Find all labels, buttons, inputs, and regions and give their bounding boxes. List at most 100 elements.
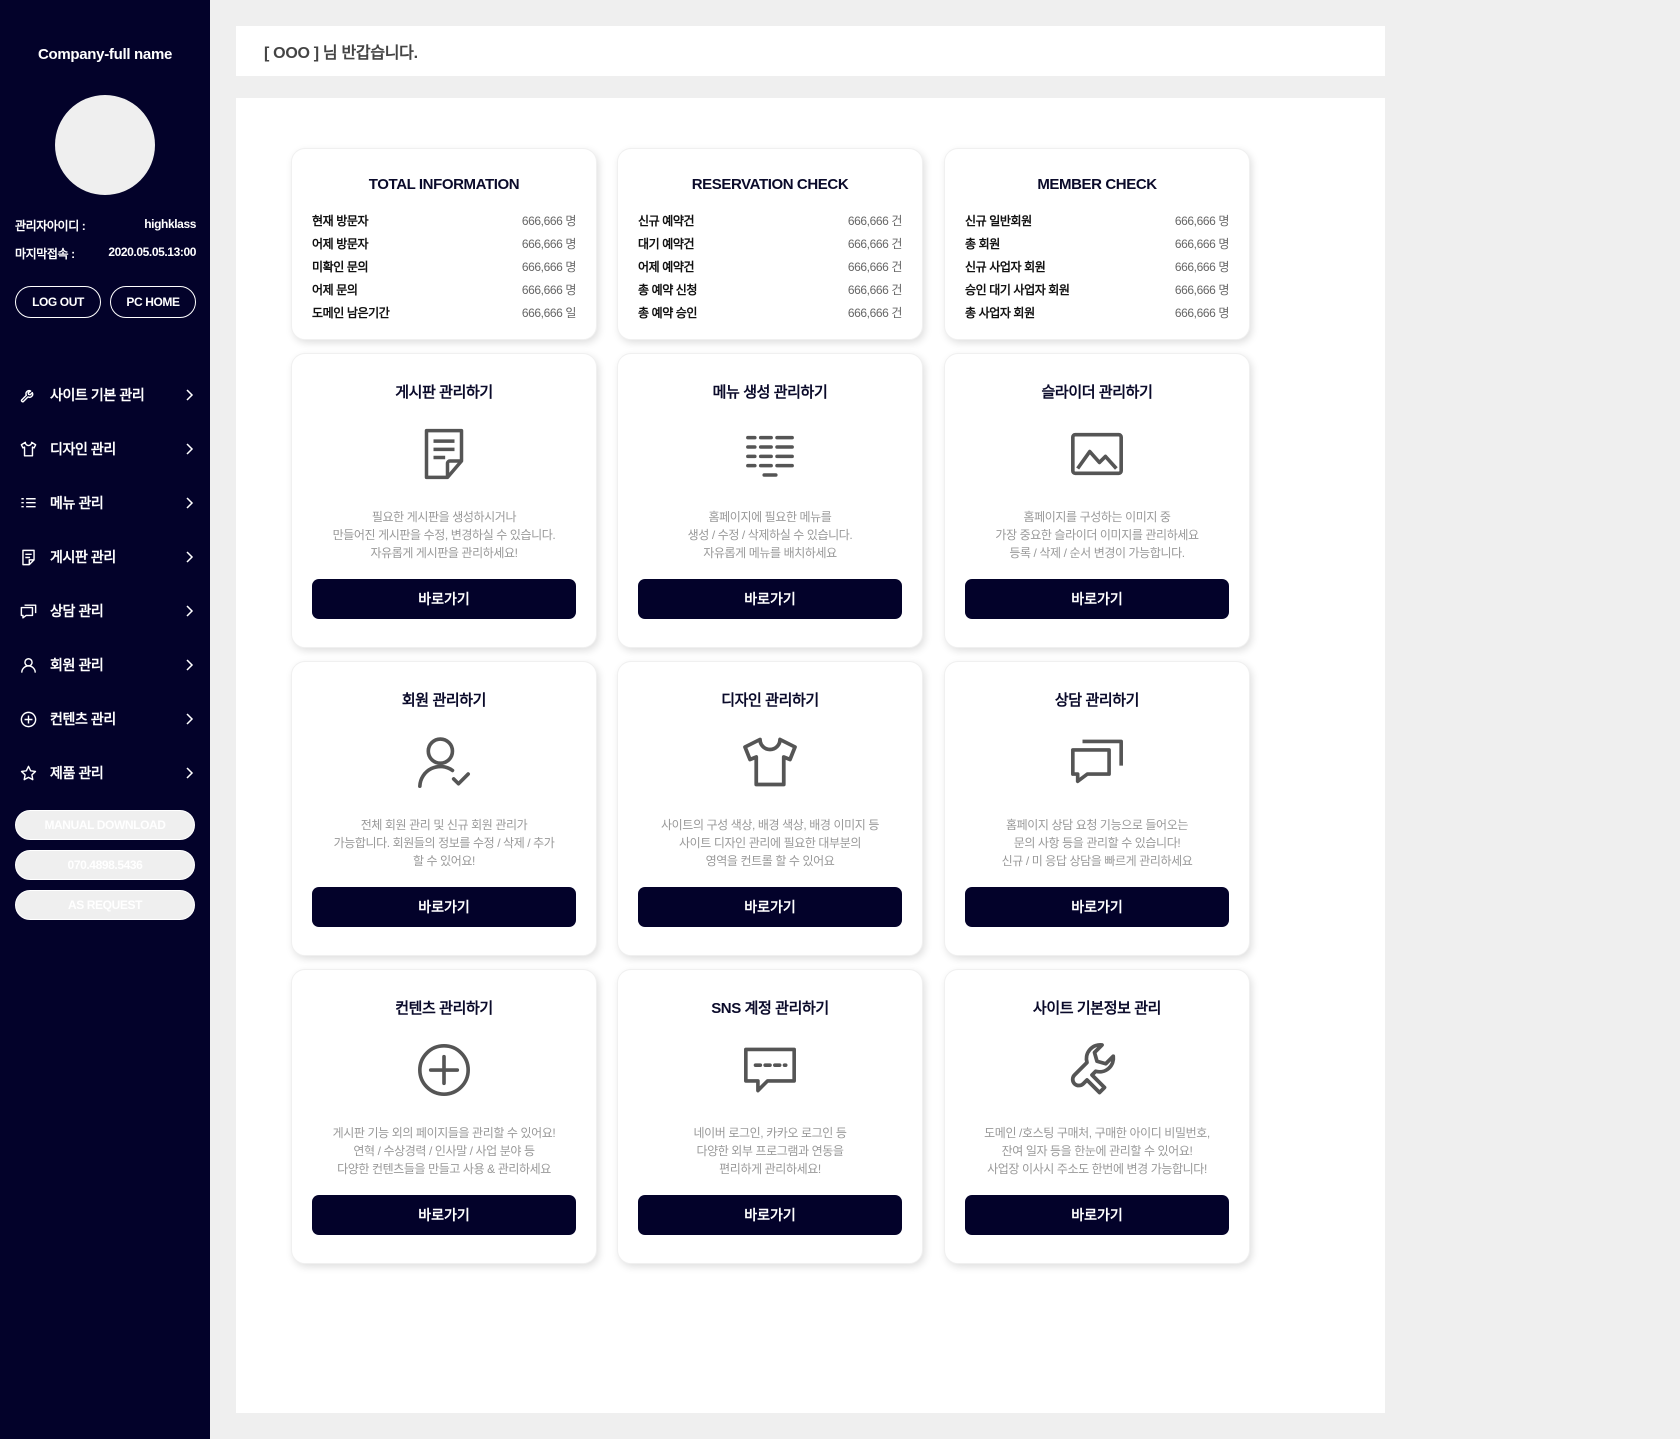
go-button[interactable]: 바로가기 <box>638 579 902 619</box>
total-information-card: TOTAL INFORMATION 현재 방문자 666,666 명 어제 방문자… <box>291 148 597 340</box>
sns-manage-card: SNS 계정 관리하기 네이버 로그인, 카카오 로그인 등 다양한 외부 프로… <box>617 969 923 1264</box>
sidebar-item-label: 사이트 기본 관리 <box>50 387 145 403</box>
sidebar-item-label: 메뉴 관리 <box>50 495 104 511</box>
desc-line: 다양한 외부 프로그램과 연동을 <box>696 1144 844 1158</box>
stat-row: 총 예약 승인 666,666 건 <box>638 301 902 324</box>
manual-download-button[interactable]: MANUAL DOWNLOAD <box>15 810 195 840</box>
stat-row: 신규 예약건 666,666 건 <box>638 209 902 232</box>
stat-label: 총 예약 승인 <box>638 306 698 320</box>
go-button[interactable]: 바로가기 <box>965 1195 1229 1235</box>
stat-value: 666,666 명 <box>1174 214 1230 228</box>
sidebar: Company-full name 관리자아이디 : highklass 마지막… <box>0 0 210 1439</box>
logout-button[interactable]: LOG OUT <box>15 286 101 318</box>
sidebar-item-label: 게시판 관리 <box>50 549 116 565</box>
chevron-right-icon <box>186 659 194 671</box>
sidebar-item-menu[interactable]: 메뉴 관리 <box>0 476 210 530</box>
desc-line: 연혁 / 수상경력 / 인사말 / 사업 분야 등 <box>353 1144 535 1158</box>
sidebar-item-board[interactable]: 게시판 관리 <box>0 530 210 584</box>
desc-line: 사이트 디자인 관리에 필요한 대부분의 <box>679 836 861 850</box>
chevron-right-icon <box>186 497 194 509</box>
go-button[interactable]: 바로가기 <box>965 887 1229 927</box>
stat-row: 미확인 문의 666,666 명 <box>312 255 576 278</box>
admin-id-label: 관리자아이디 : <box>15 219 86 233</box>
stat-label: 총 회원 <box>965 237 1000 251</box>
card-title: 사이트 기본정보 관리 <box>1032 1000 1162 1017</box>
go-button[interactable]: 바로가기 <box>312 1195 576 1235</box>
desc-line: 홈페이지에 필요한 메뉴를 <box>708 510 832 524</box>
stat-value: 666,666 명 <box>1174 283 1230 297</box>
card-title: 디자인 관리하기 <box>721 692 819 709</box>
sidebar-item-design[interactable]: 디자인 관리 <box>0 422 210 476</box>
desc-line: 가장 중요한 슬라이더 이미지를 관리하세요 <box>995 528 1199 542</box>
sidebar-item-site-basic[interactable]: 사이트 기본 관리 <box>0 368 210 422</box>
card-title: MEMBER CHECK <box>1037 176 1157 193</box>
sidebar-item-member[interactable]: 회원 관리 <box>0 638 210 692</box>
stat-label: 도메인 남은기간 <box>312 306 390 320</box>
card-title: TOTAL INFORMATION <box>368 176 520 193</box>
consult-manage-card: 상담 관리하기 홈페이지 상담 요청 기능으로 들어오는 문의 사항 등을 관리… <box>944 661 1250 956</box>
stat-label: 어제 문의 <box>312 283 358 297</box>
card-description: 홈페이지 상담 요청 기능으로 들어오는 문의 사항 등을 관리할 수 있습니다… <box>955 816 1239 870</box>
card-description: 사이트의 구성 색상, 배경 색상, 배경 이미지 등 사이트 디자인 관리에 … <box>628 816 912 870</box>
go-button[interactable]: 바로가기 <box>312 887 576 927</box>
shirt-icon <box>740 732 800 792</box>
stat-value: 666,666 명 <box>1174 260 1230 274</box>
account-buttons: LOG OUT PC HOME <box>15 286 196 318</box>
stat-label: 신규 일반회원 <box>965 214 1032 228</box>
card-description: 도메인 /호스팅 구매처, 구매한 아이디 비밀번호, 잔여 일자 등을 한눈에… <box>955 1124 1239 1178</box>
contents-manage-card: 컨텐츠 관리하기 게시판 기능 외의 페이지들을 관리할 수 있어요! 연혁 /… <box>291 969 597 1264</box>
desc-line: 등록 / 삭제 / 순서 변경이 가능합니다. <box>1009 546 1185 560</box>
go-button[interactable]: 바로가기 <box>312 579 576 619</box>
stat-value: 666,666 건 <box>847 237 903 251</box>
design-manage-card: 디자인 관리하기 사이트의 구성 색상, 배경 색상, 배경 이미지 등 사이트… <box>617 661 923 956</box>
card-title: RESERVATION CHECK <box>691 176 849 193</box>
go-button[interactable]: 바로가기 <box>638 1195 902 1235</box>
chevron-right-icon <box>186 767 194 779</box>
image-icon <box>1067 424 1127 484</box>
card-description: 전체 회원 관리 및 신규 회원 관리가 가능합니다. 회원들의 정보를 수정 … <box>302 816 586 870</box>
stat-row: 총 사업자 회원 666,666 명 <box>965 301 1229 324</box>
go-button[interactable]: 바로가기 <box>638 887 902 927</box>
stat-row: 어제 문의 666,666 명 <box>312 278 576 301</box>
stat-label: 총 사업자 회원 <box>965 306 1035 320</box>
stat-value: 666,666 일 <box>521 306 577 320</box>
desc-line: 홈페이지 상담 요청 기능으로 들어오는 <box>1006 818 1188 832</box>
stat-value: 666,666 명 <box>521 214 577 228</box>
card-title: SNS 계정 관리하기 <box>711 1000 829 1017</box>
sidebar-item-contents[interactable]: 컨텐츠 관리 <box>0 692 210 746</box>
card-title: 컨텐츠 관리하기 <box>395 1000 493 1017</box>
desc-line: 사이트의 구성 색상, 배경 색상, 배경 이미지 등 <box>661 818 879 832</box>
card-description: 홈페이지를 구성하는 이미지 중 가장 중요한 슬라이더 이미지를 관리하세요 … <box>955 508 1239 562</box>
chevron-right-icon <box>186 713 194 725</box>
stat-row: 도메인 남은기간 666,666 일 <box>312 301 576 324</box>
pc-home-button[interactable]: PC HOME <box>110 286 196 318</box>
greeting-text: [ OOO ] 님 반갑습니다. <box>264 45 418 62</box>
stat-label: 현재 방문자 <box>312 214 369 228</box>
stat-row: 총 예약 신청 666,666 건 <box>638 278 902 301</box>
stat-row: 신규 사업자 회원 666,666 명 <box>965 255 1229 278</box>
as-request-button[interactable]: AS REQUEST <box>15 890 195 920</box>
greeting-bar: [ OOO ] 님 반갑습니다. <box>236 26 1385 76</box>
last-login-row: 마지막접속 : 2020.05.05.13:00 <box>15 245 196 262</box>
board-icon <box>18 547 38 567</box>
stat-label: 어제 방문자 <box>312 237 369 251</box>
stat-value: 666,666 명 <box>1174 306 1230 320</box>
stat-value: 666,666 명 <box>521 260 577 274</box>
sidebar-item-consult[interactable]: 상담 관리 <box>0 584 210 638</box>
chat-icon <box>1067 732 1127 792</box>
desc-line: 네이버 로그인, 카카오 로그인 등 <box>693 1126 847 1140</box>
sidebar-nav: 사이트 기본 관리 디자인 관리 메뉴 관리 게시판 관리 상담 관리 회원 관… <box>0 368 210 800</box>
desc-line: 홈페이지를 구성하는 이미지 중 <box>1023 510 1171 524</box>
sidebar-item-product[interactable]: 제품 관리 <box>0 746 210 800</box>
last-login-label: 마지막접속 : <box>15 247 75 261</box>
slider-manage-card: 슬라이더 관리하기 홈페이지를 구성하는 이미지 중 가장 중요한 슬라이더 이… <box>944 353 1250 648</box>
card-title: 메뉴 생성 관리하기 <box>712 384 828 401</box>
dashboard-panel: TOTAL INFORMATION 현재 방문자 666,666 명 어제 방문자… <box>236 98 1385 1413</box>
reservation-check-card: RESERVATION CHECK 신규 예약건 666,666 건 대기 예약건… <box>617 148 923 340</box>
stat-value: 666,666 명 <box>1174 237 1230 251</box>
member-check-card: MEMBER CHECK 신규 일반회원 666,666 명 총 회원 666,66… <box>944 148 1250 340</box>
go-button[interactable]: 바로가기 <box>965 579 1229 619</box>
stat-value: 666,666 건 <box>847 283 903 297</box>
star-icon <box>18 763 38 783</box>
phone-button[interactable]: 070.4898.5436 <box>15 850 195 880</box>
